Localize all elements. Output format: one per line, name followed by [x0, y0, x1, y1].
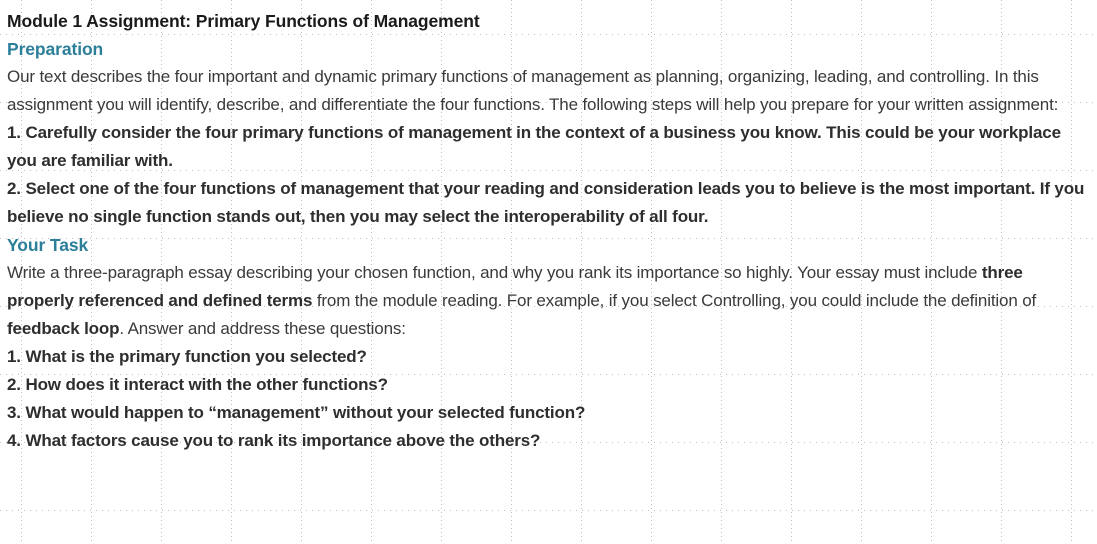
task-bold-feedback-loop: feedback loop [7, 319, 120, 338]
section-heading-preparation: Preparation [7, 39, 104, 59]
document-page: Module 1 Assignment: Primary Functions o… [0, 0, 1097, 544]
document-content: Module 1 Assignment: Primary Functions o… [0, 0, 1097, 455]
task-question-4: 4. What factors cause you to rank its im… [7, 431, 541, 450]
preparation-step-1: 1. Carefully consider the four primary f… [7, 123, 1061, 170]
section-heading-your-task: Your Task [7, 235, 89, 255]
preparation-intro-paragraph: Our text describes the four important an… [7, 67, 1059, 114]
task-text-part-3: . Answer and address these questions: [119, 319, 406, 338]
task-text-part-2: from the module reading. For example, if… [312, 291, 1037, 310]
task-text-part-1: Write a three-paragraph essay describing… [7, 263, 982, 282]
page-title: Module 1 Assignment: Primary Functions o… [7, 11, 480, 31]
task-question-2: 2. How does it interact with the other f… [7, 375, 388, 394]
preparation-step-2: 2. Select one of the four functions of m… [7, 179, 1085, 226]
task-question-1: 1. What is the primary function you sele… [7, 347, 367, 366]
task-description-paragraph: Write a three-paragraph essay describing… [7, 259, 1091, 343]
task-question-3: 3. What would happen to “management” wit… [7, 403, 586, 422]
